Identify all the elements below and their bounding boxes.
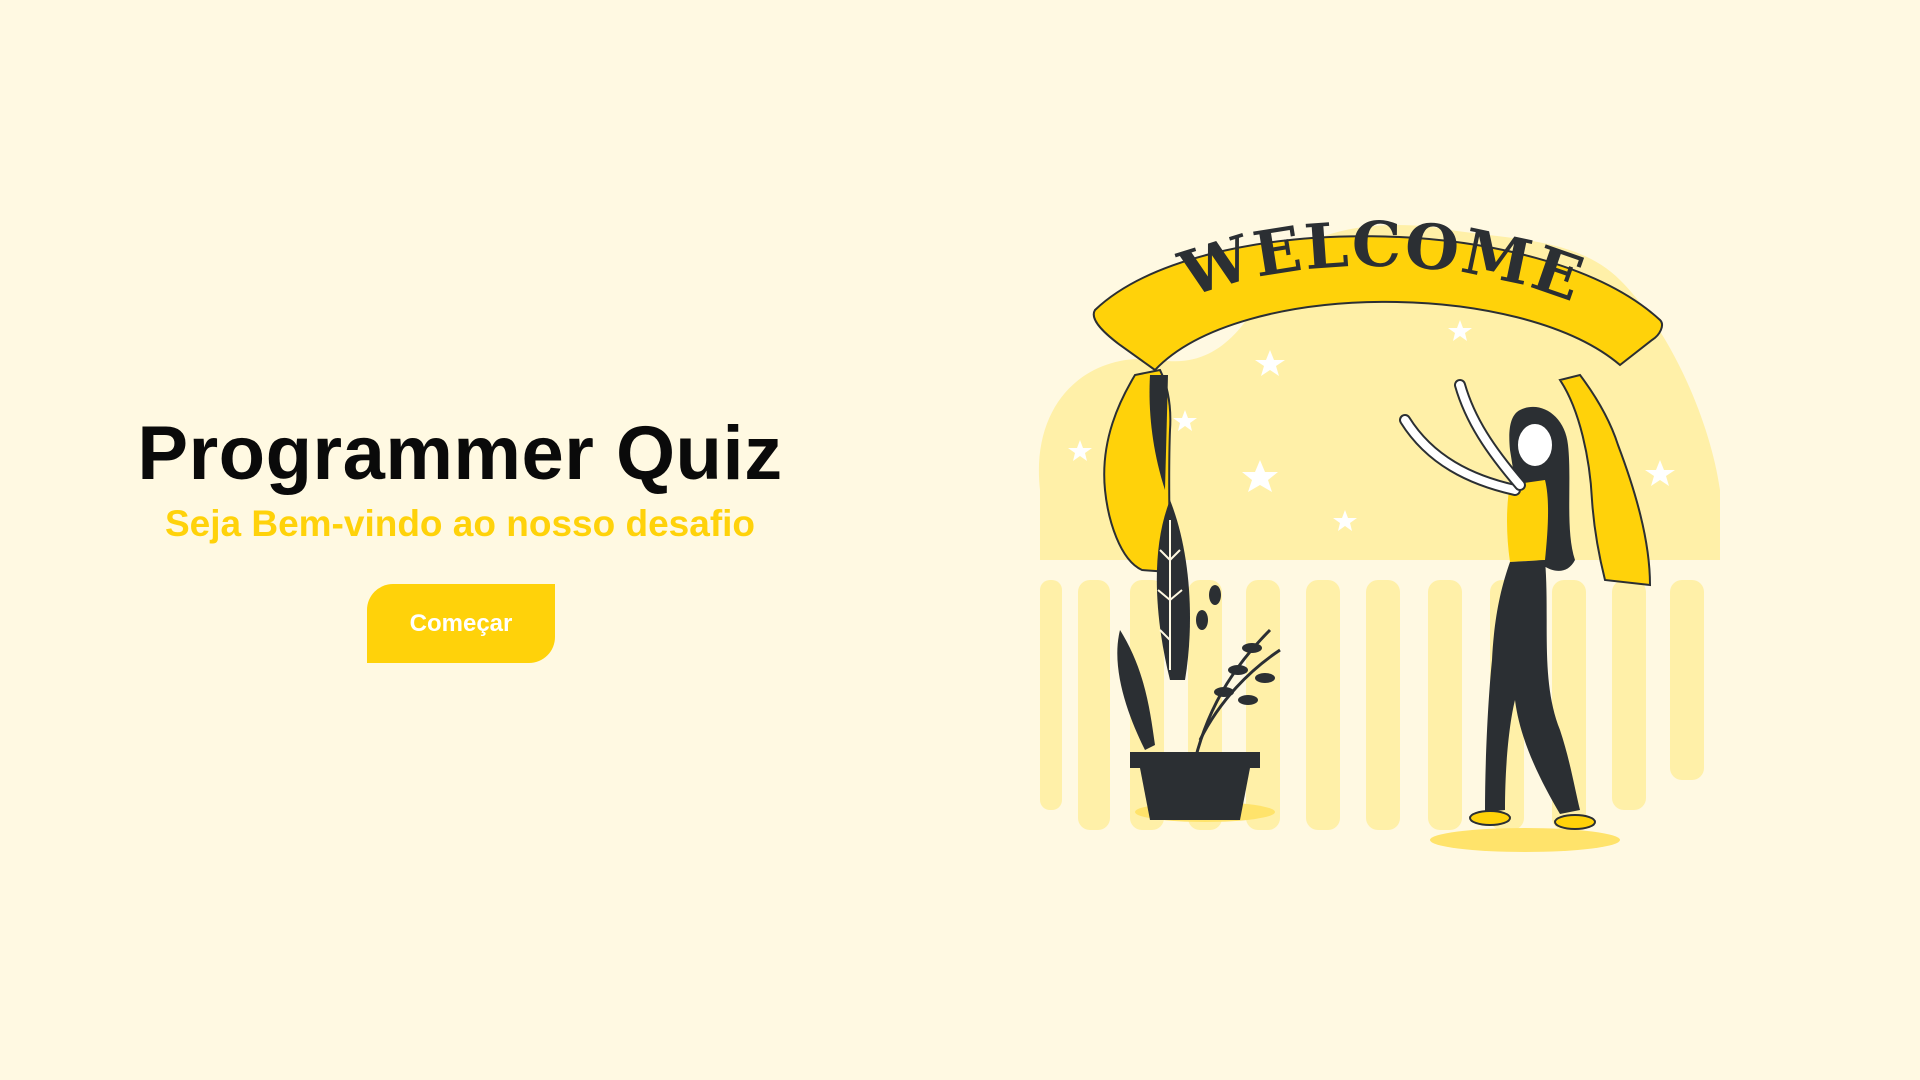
shoe-left — [1469, 810, 1511, 826]
pot-rim — [1130, 752, 1260, 768]
start-button[interactable]: Começar — [367, 584, 555, 663]
pot — [1140, 768, 1250, 820]
welcome-illustration: WELCOME — [1038, 208, 1720, 852]
hero-text: Programmer Quiz Seja Bem-vindo ao nosso … — [120, 410, 800, 546]
face — [1516, 422, 1554, 468]
page-title: Programmer Quiz — [137, 411, 783, 496]
welcome-page: Programmer Quiz Seja Bem-vindo ao nosso … — [0, 0, 1920, 1080]
shoe-right — [1554, 814, 1596, 830]
person-shadow — [1430, 828, 1620, 852]
page-subtitle: Seja Bem-vindo ao nosso desafio — [164, 503, 756, 544]
